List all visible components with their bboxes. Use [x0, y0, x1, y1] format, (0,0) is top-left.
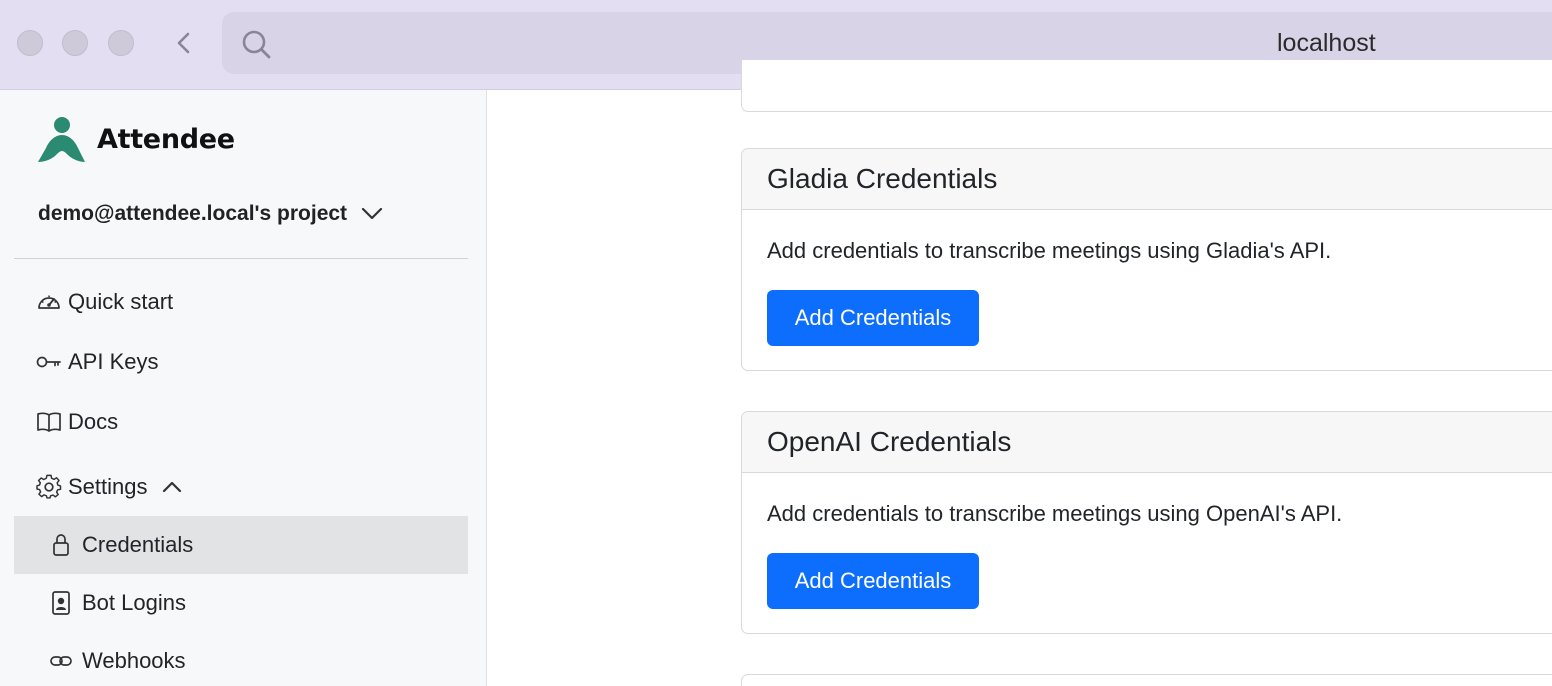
- sidebar-item-settings[interactable]: Settings: [14, 458, 468, 516]
- key-icon: [36, 349, 62, 375]
- back-button[interactable]: [170, 26, 198, 60]
- sidebar-item-label: Quick start: [68, 289, 174, 314]
- brand-name: Attendee: [97, 124, 235, 155]
- sidebar-item-label: Docs: [68, 409, 119, 434]
- add-openai-credentials-button[interactable]: Add Credentials: [767, 553, 979, 609]
- card-body: Add credentials to transcribe meetings u…: [742, 210, 1552, 370]
- gear-icon: [36, 474, 62, 500]
- sidebar-item-webhooks[interactable]: Webhooks: [14, 632, 468, 686]
- book-icon: [36, 409, 62, 435]
- window-zoom-button[interactable]: [108, 30, 134, 56]
- chevron-left-icon: [177, 32, 190, 54]
- window-close-button[interactable]: [17, 30, 43, 56]
- sidebar-item-label: API Keys: [68, 349, 159, 374]
- search-icon: [240, 28, 272, 60]
- chevron-down-icon: [361, 207, 383, 220]
- sidebar-item-api-keys[interactable]: API Keys: [14, 333, 468, 391]
- sidebar-item-label: Bot Logins: [82, 590, 186, 615]
- card-description: Add credentials to transcribe meetings u…: [767, 238, 1332, 263]
- sidebar: Attendee demo@attendee.local's project Q…: [0, 90, 487, 686]
- sidebar-item-label: Settings: [68, 474, 148, 499]
- next-credentials-card: [741, 674, 1552, 686]
- card-header: Gladia Credentials: [742, 149, 1552, 210]
- sidebar-item-docs[interactable]: Docs: [14, 393, 468, 451]
- sidebar-item-label: Webhooks: [82, 648, 186, 673]
- window-minimize-button[interactable]: [62, 30, 88, 56]
- url-text: localhost: [1277, 29, 1376, 57]
- card-body: Add credentials to transcribe meetings u…: [742, 473, 1552, 633]
- card-description: Add credentials to transcribe meetings u…: [767, 501, 1343, 526]
- add-gladia-credentials-button[interactable]: Add Credentials: [767, 290, 979, 346]
- previous-credentials-card: [741, 60, 1552, 112]
- card-title: Gladia Credentials: [767, 163, 998, 194]
- link-icon: [48, 648, 74, 674]
- lock-icon: [48, 532, 74, 558]
- sidebar-divider: [14, 258, 468, 259]
- project-selector[interactable]: demo@attendee.local's project: [38, 202, 383, 226]
- attendee-logo-icon[interactable]: [36, 116, 86, 164]
- sidebar-item-quick-start[interactable]: Quick start: [14, 273, 468, 331]
- person-badge-icon: [48, 590, 74, 616]
- sidebar-item-credentials[interactable]: Credentials: [14, 516, 468, 574]
- speedometer-icon: [36, 289, 62, 315]
- openai-credentials-card: OpenAI Credentials Add credentials to tr…: [741, 411, 1552, 634]
- chevron-up-icon: [162, 481, 181, 493]
- project-name: demo@attendee.local's project: [38, 202, 348, 225]
- card-header: OpenAI Credentials: [742, 412, 1552, 473]
- card-title: OpenAI Credentials: [767, 426, 1012, 457]
- gladia-credentials-card: Gladia Credentials Add credentials to tr…: [741, 148, 1552, 371]
- sidebar-item-bot-logins[interactable]: Bot Logins: [14, 574, 468, 632]
- sidebar-item-label: Credentials: [82, 532, 194, 557]
